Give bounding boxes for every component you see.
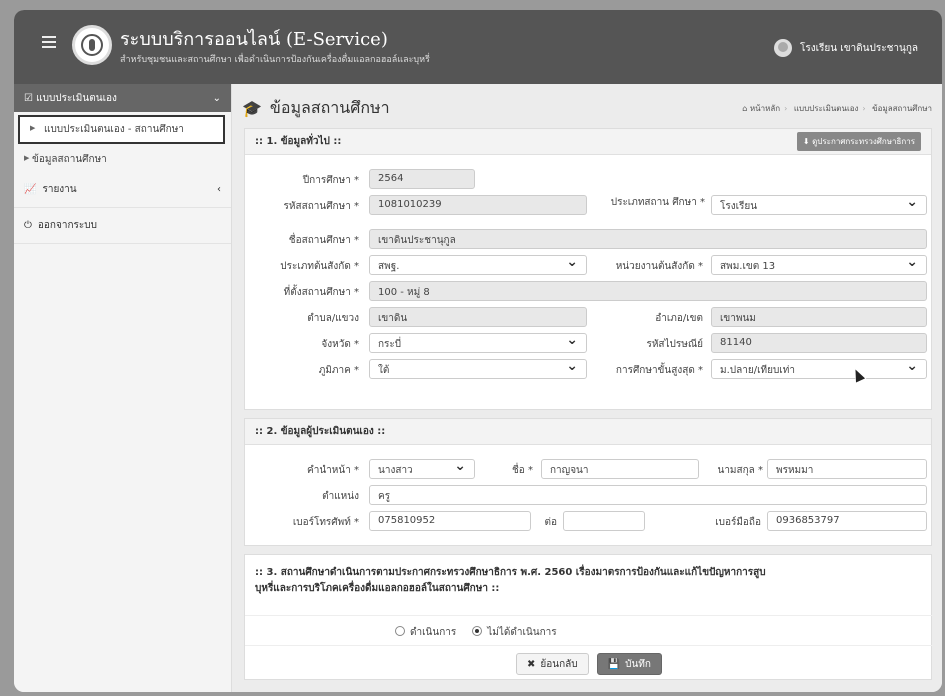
address-field[interactable]: 100 - หมู่ 8 (369, 281, 927, 301)
breadcrumb: ⌂ หน้าหลัก › แบบประเมินตนเอง › ข้อมูลสถานศ… (742, 104, 932, 113)
section-assessor-info: :: 2. ข้อมูลผู้ประเมินตนเอง :: คำนำหน้า … (244, 418, 932, 546)
school-code-label: รหัสสถานศึกษา * (283, 201, 359, 212)
user-menu[interactable]: โรงเรียน เขาดินประชานุกูล (774, 39, 918, 57)
affiliation-unit-select[interactable]: สพม.เขต 13 (711, 255, 927, 275)
breadcrumb-current: ข้อมูลสถานศึกษา (872, 104, 932, 113)
affiliation-type-label: ประเภทต้นสังกัด * (280, 261, 359, 272)
app-subtitle: สำหรับชุมชนและสถานศึกษา เพื่อดำเนินการป้… (120, 55, 430, 65)
menu-icon[interactable] (42, 36, 56, 48)
sidebar-item-logout[interactable]: ⏻ ออกจากระบบ (14, 208, 231, 244)
district-field[interactable]: เขาพนม (711, 307, 927, 327)
radio-implemented[interactable]: ดำเนินการ (395, 625, 456, 640)
graduation-cap-icon: 🎓 (242, 99, 262, 118)
app-window: ระบบบริการออนไลน์ (E-Service) สำหรับชุมช… (14, 10, 942, 692)
chevron-down-icon: ⌄ (212, 92, 221, 104)
caret-right-icon: ▶ (30, 124, 36, 132)
announcement-button[interactable]: ⬇ ดูประกาศกระทรวงศึกษาธิการ (796, 132, 921, 151)
province-label: จังหวัด * (321, 339, 359, 350)
form-actions: ✖ ย้อนกลับ 💾 บันทึก (245, 653, 933, 675)
address-label: ที่ตั้งสถานศึกษา * (283, 287, 359, 298)
radio-checked-icon (472, 626, 483, 636)
breadcrumb-home[interactable]: หน้าหลัก (750, 104, 780, 113)
avatar-icon (774, 39, 792, 57)
mobile-field[interactable]: 0936853797 (767, 511, 927, 531)
school-type-select[interactable]: โรงเรียน (711, 195, 927, 215)
last-name-label: นามสกุล * (717, 465, 763, 476)
sidebar-item-label: รายงาน (42, 184, 77, 195)
highest-level-select[interactable]: ม.ปลาย/เทียบเท่า (711, 359, 927, 379)
page-title-text: ข้อมูลสถานศึกษา (269, 98, 390, 117)
top-header: ระบบบริการออนไลน์ (E-Service) สำหรับชุมช… (14, 10, 942, 84)
phone-label: เบอร์โทรศัพท์ * (292, 517, 359, 528)
user-name: โรงเรียน เขาดินประชานุกูล (800, 42, 918, 54)
caret-right-icon: ▶ (24, 154, 30, 162)
sidebar-section-self-assessment[interactable]: ☑ แบบประเมินตนเอง ⌄ (14, 84, 231, 112)
section-header: :: 1. ข้อมูลทั่วไป :: ⬇ ดูประกาศกระทรวงศ… (245, 129, 931, 155)
province-select[interactable]: กระบี่ (369, 333, 587, 353)
sidebar-item-label: แบบประเมินตนเอง - สถานศึกษา (44, 124, 184, 135)
section-compliance-title: :: 3. สถานศึกษาดำเนินการตามประกาศกระทรวง… (255, 567, 766, 594)
region-label: ภูมิภาค * (318, 365, 359, 376)
section-title: :: 1. ข้อมูลทั่วไป :: (255, 136, 342, 147)
school-name-field[interactable]: เขาดินประชานุกูล (369, 229, 927, 249)
section-general-info: :: 1. ข้อมูลทั่วไป :: ⬇ ดูประกาศกระทรวงศ… (244, 128, 932, 410)
close-icon: ✖ (527, 658, 536, 670)
school-name-label: ชื่อสถานศึกษา * (288, 235, 359, 246)
subdistrict-field[interactable]: เขาดิน (369, 307, 587, 327)
affiliation-type-select[interactable]: สพฐ. (369, 255, 587, 275)
first-name-label: ชื่อ * (512, 465, 533, 476)
section-header: :: 2. ข้อมูลผู้ประเมินตนเอง :: (245, 419, 931, 445)
main-content: 🎓 ข้อมูลสถานศึกษา ⌂ หน้าหลัก › แบบประเมิน… (232, 84, 942, 692)
chart-line-icon: 📈 (24, 184, 37, 195)
back-button[interactable]: ✖ ย้อนกลับ (516, 653, 589, 675)
sidebar-item-label: ออกจากระบบ (37, 220, 97, 231)
ext-field[interactable] (563, 511, 645, 531)
page-header: 🎓 ข้อมูลสถานศึกษา ⌂ หน้าหลัก › แบบประเมิน… (242, 96, 932, 120)
floppy-disk-icon: 💾 (607, 658, 621, 670)
sidebar-item-report[interactable]: 📈 รายงาน ‹ (14, 172, 231, 208)
breadcrumb-self-assessment[interactable]: แบบประเมินตนเอง (794, 104, 859, 113)
position-label: ตำแหน่ง (322, 491, 359, 502)
checkbox-icon: ☑ (24, 92, 33, 104)
chevron-left-icon: ‹ (217, 184, 221, 195)
highest-level-label: การศึกษาขั้นสูงสุด * (615, 365, 703, 376)
first-name-field[interactable]: กาญจนา (541, 459, 699, 479)
prefix-select[interactable]: นางสาว (369, 459, 475, 479)
power-icon: ⏻ (24, 220, 32, 231)
affiliation-unit-label: หน่วยงานต้นสังกัด * (615, 261, 703, 272)
academic-year-label: ปีการศึกษา * (302, 175, 359, 186)
app-title: ระบบบริการออนไลน์ (E-Service) (120, 29, 388, 50)
position-field[interactable]: ครู (369, 485, 927, 505)
mobile-label: เบอร์มือถือ (715, 517, 761, 528)
compliance-radio-group: ดำเนินการ ไม่ได้ดำเนินการ (395, 625, 557, 640)
save-button[interactable]: 💾 บันทึก (596, 653, 662, 675)
ext-label: ต่อ (544, 517, 558, 528)
school-code-field[interactable]: 1081010239 (369, 195, 587, 215)
postcode-label: รหัสไปรษณีย์ (646, 339, 703, 350)
last-name-field[interactable]: พรหมมา (767, 459, 927, 479)
school-type-label: ประเภทสถาน ศึกษา * (610, 197, 705, 208)
subdistrict-label: ตำบล/แขวง (307, 313, 359, 324)
section-compliance: :: 3. สถานศึกษาดำเนินการตามประกาศกระทรวง… (244, 554, 933, 680)
academic-year-field[interactable]: 2564 (369, 169, 475, 189)
radio-not-implemented[interactable]: ไม่ได้ดำเนินการ (472, 625, 557, 640)
district-label: อำเภอ/เขต (655, 313, 703, 324)
postcode-field[interactable]: 81140 (711, 333, 927, 353)
section-title: :: 2. ข้อมูลผู้ประเมินตนเอง :: (255, 426, 386, 437)
prefix-label: คำนำหน้า * (307, 465, 359, 476)
sidebar: ☑ แบบประเมินตนเอง ⌄ ▶ แบบประเมินตนเอง - … (14, 84, 232, 692)
sidebar-item-label: ข้อมูลสถานศึกษา (32, 154, 107, 165)
sidebar-section-label: แบบประเมินตนเอง (36, 92, 117, 104)
sidebar-item-school-info[interactable]: ▶ ข้อมูลสถานศึกษา (14, 147, 231, 172)
region-select[interactable]: ใต้ (369, 359, 587, 379)
radio-icon (395, 626, 405, 636)
sidebar-item-self-assessment-school[interactable]: ▶ แบบประเมินตนเอง - สถานศึกษา (18, 115, 225, 144)
emblem-logo (72, 25, 112, 65)
phone-field[interactable]: 075810952 (369, 511, 531, 531)
download-icon: ⬇ (802, 137, 810, 146)
home-icon: ⌂ (742, 104, 748, 113)
page-title: 🎓 ข้อมูลสถานศึกษา (242, 96, 390, 121)
